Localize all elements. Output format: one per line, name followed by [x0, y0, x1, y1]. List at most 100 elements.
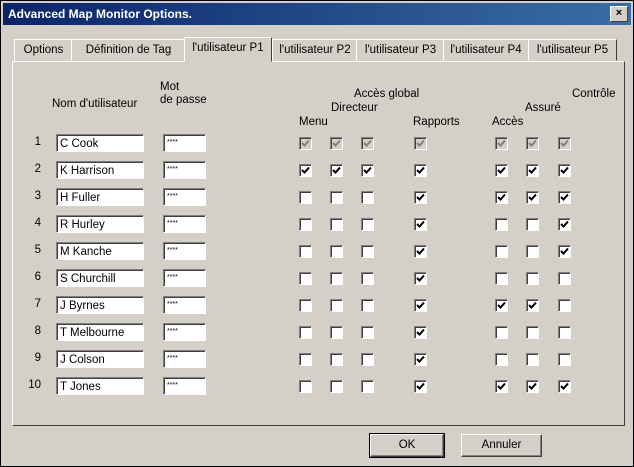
menu-checkbox[interactable] — [299, 191, 312, 204]
access-checkbox[interactable] — [495, 353, 508, 366]
username-input[interactable]: C Cook — [56, 134, 144, 152]
password-input[interactable]: **** — [163, 188, 206, 206]
password-input[interactable]: **** — [163, 161, 206, 179]
username-input[interactable]: T Melbourne — [56, 323, 144, 341]
password-input[interactable]: **** — [163, 323, 206, 341]
close-button[interactable]: × — [610, 6, 628, 22]
access-checkbox[interactable] — [495, 326, 508, 339]
global-access-checkbox[interactable] — [361, 272, 374, 285]
ok-button[interactable]: OK — [369, 433, 445, 458]
global-access-checkbox[interactable] — [361, 380, 374, 393]
director-checkbox[interactable] — [330, 245, 343, 258]
menu-checkbox[interactable] — [299, 245, 312, 258]
access-checkbox[interactable] — [495, 245, 508, 258]
tab-3[interactable]: l'utilisateur P1 — [184, 37, 272, 62]
director-checkbox[interactable] — [330, 164, 343, 177]
director-checkbox[interactable] — [330, 326, 343, 339]
menu-checkbox[interactable] — [299, 137, 312, 150]
assured-checkbox[interactable] — [526, 191, 539, 204]
global-access-checkbox[interactable] — [361, 299, 374, 312]
menu-checkbox[interactable] — [299, 218, 312, 231]
access-checkbox[interactable] — [495, 380, 508, 393]
tab-1[interactable]: Options — [14, 39, 73, 61]
director-checkbox[interactable] — [330, 299, 343, 312]
global-access-checkbox[interactable] — [361, 137, 374, 150]
control-checkbox[interactable] — [558, 218, 571, 231]
password-input[interactable]: **** — [163, 242, 206, 260]
control-checkbox[interactable] — [558, 272, 571, 285]
menu-checkbox[interactable] — [299, 164, 312, 177]
menu-checkbox[interactable] — [299, 353, 312, 366]
control-checkbox[interactable] — [558, 299, 571, 312]
menu-checkbox[interactable] — [299, 299, 312, 312]
tab-2[interactable]: Définition de Tag — [71, 39, 186, 61]
tab-6[interactable]: l'utilisateur P4 — [443, 39, 529, 61]
director-checkbox[interactable] — [330, 191, 343, 204]
password-input[interactable]: **** — [163, 269, 206, 287]
reports-checkbox[interactable] — [414, 137, 427, 150]
director-checkbox[interactable] — [330, 218, 343, 231]
access-checkbox[interactable] — [495, 272, 508, 285]
control-checkbox[interactable] — [558, 191, 571, 204]
menu-checkbox[interactable] — [299, 380, 312, 393]
access-checkbox[interactable] — [495, 137, 508, 150]
assured-checkbox[interactable] — [526, 326, 539, 339]
reports-checkbox[interactable] — [414, 272, 427, 285]
reports-checkbox[interactable] — [414, 245, 427, 258]
assured-checkbox[interactable] — [526, 218, 539, 231]
username-input[interactable]: M Kanche — [56, 242, 144, 260]
director-checkbox[interactable] — [330, 353, 343, 366]
password-input[interactable]: **** — [163, 296, 206, 314]
username-input[interactable]: K Harrison — [56, 161, 144, 179]
assured-checkbox[interactable] — [526, 137, 539, 150]
control-checkbox[interactable] — [558, 164, 571, 177]
global-access-checkbox[interactable] — [361, 326, 374, 339]
password-input[interactable]: **** — [163, 215, 206, 233]
access-checkbox[interactable] — [495, 191, 508, 204]
username-input[interactable]: H Fuller — [56, 188, 144, 206]
director-checkbox[interactable] — [330, 272, 343, 285]
assured-checkbox[interactable] — [526, 164, 539, 177]
password-input[interactable]: **** — [163, 377, 206, 395]
username-input[interactable]: J Colson — [56, 350, 144, 368]
username-input[interactable]: T Jones — [56, 377, 144, 395]
reports-checkbox[interactable] — [414, 191, 427, 204]
control-checkbox[interactable] — [558, 353, 571, 366]
tab-7[interactable]: l'utilisateur P5 — [528, 39, 617, 61]
global-access-checkbox[interactable] — [361, 191, 374, 204]
username-input[interactable]: J Byrnes — [56, 296, 144, 314]
assured-checkbox[interactable] — [526, 245, 539, 258]
menu-checkbox[interactable] — [299, 326, 312, 339]
assured-checkbox[interactable] — [526, 272, 539, 285]
reports-checkbox[interactable] — [414, 380, 427, 393]
control-checkbox[interactable] — [558, 245, 571, 258]
reports-checkbox[interactable] — [414, 299, 427, 312]
global-access-checkbox[interactable] — [361, 353, 374, 366]
access-checkbox[interactable] — [495, 299, 508, 312]
global-access-checkbox[interactable] — [361, 245, 374, 258]
assured-checkbox[interactable] — [526, 299, 539, 312]
reports-checkbox[interactable] — [414, 164, 427, 177]
assured-checkbox[interactable] — [526, 353, 539, 366]
reports-checkbox[interactable] — [414, 353, 427, 366]
director-checkbox[interactable] — [330, 380, 343, 393]
director-checkbox[interactable] — [330, 137, 343, 150]
control-checkbox[interactable] — [558, 380, 571, 393]
reports-checkbox[interactable] — [414, 218, 427, 231]
access-checkbox[interactable] — [495, 164, 508, 177]
password-input[interactable]: **** — [163, 350, 206, 368]
reports-checkbox[interactable] — [414, 326, 427, 339]
access-checkbox[interactable] — [495, 218, 508, 231]
assured-checkbox[interactable] — [526, 380, 539, 393]
title-bar[interactable]: Advanced Map Monitor Options. × — [3, 3, 631, 25]
global-access-checkbox[interactable] — [361, 164, 374, 177]
menu-checkbox[interactable] — [299, 272, 312, 285]
tab-5[interactable]: l'utilisateur P3 — [356, 39, 445, 61]
username-input[interactable]: S Churchill — [56, 269, 144, 287]
global-access-checkbox[interactable] — [361, 218, 374, 231]
control-checkbox[interactable] — [558, 326, 571, 339]
cancel-button[interactable]: Annuler — [461, 434, 542, 457]
password-input[interactable]: **** — [163, 134, 206, 152]
username-input[interactable]: R Hurley — [56, 215, 144, 233]
tab-4[interactable]: l'utilisateur P2 — [272, 39, 358, 61]
